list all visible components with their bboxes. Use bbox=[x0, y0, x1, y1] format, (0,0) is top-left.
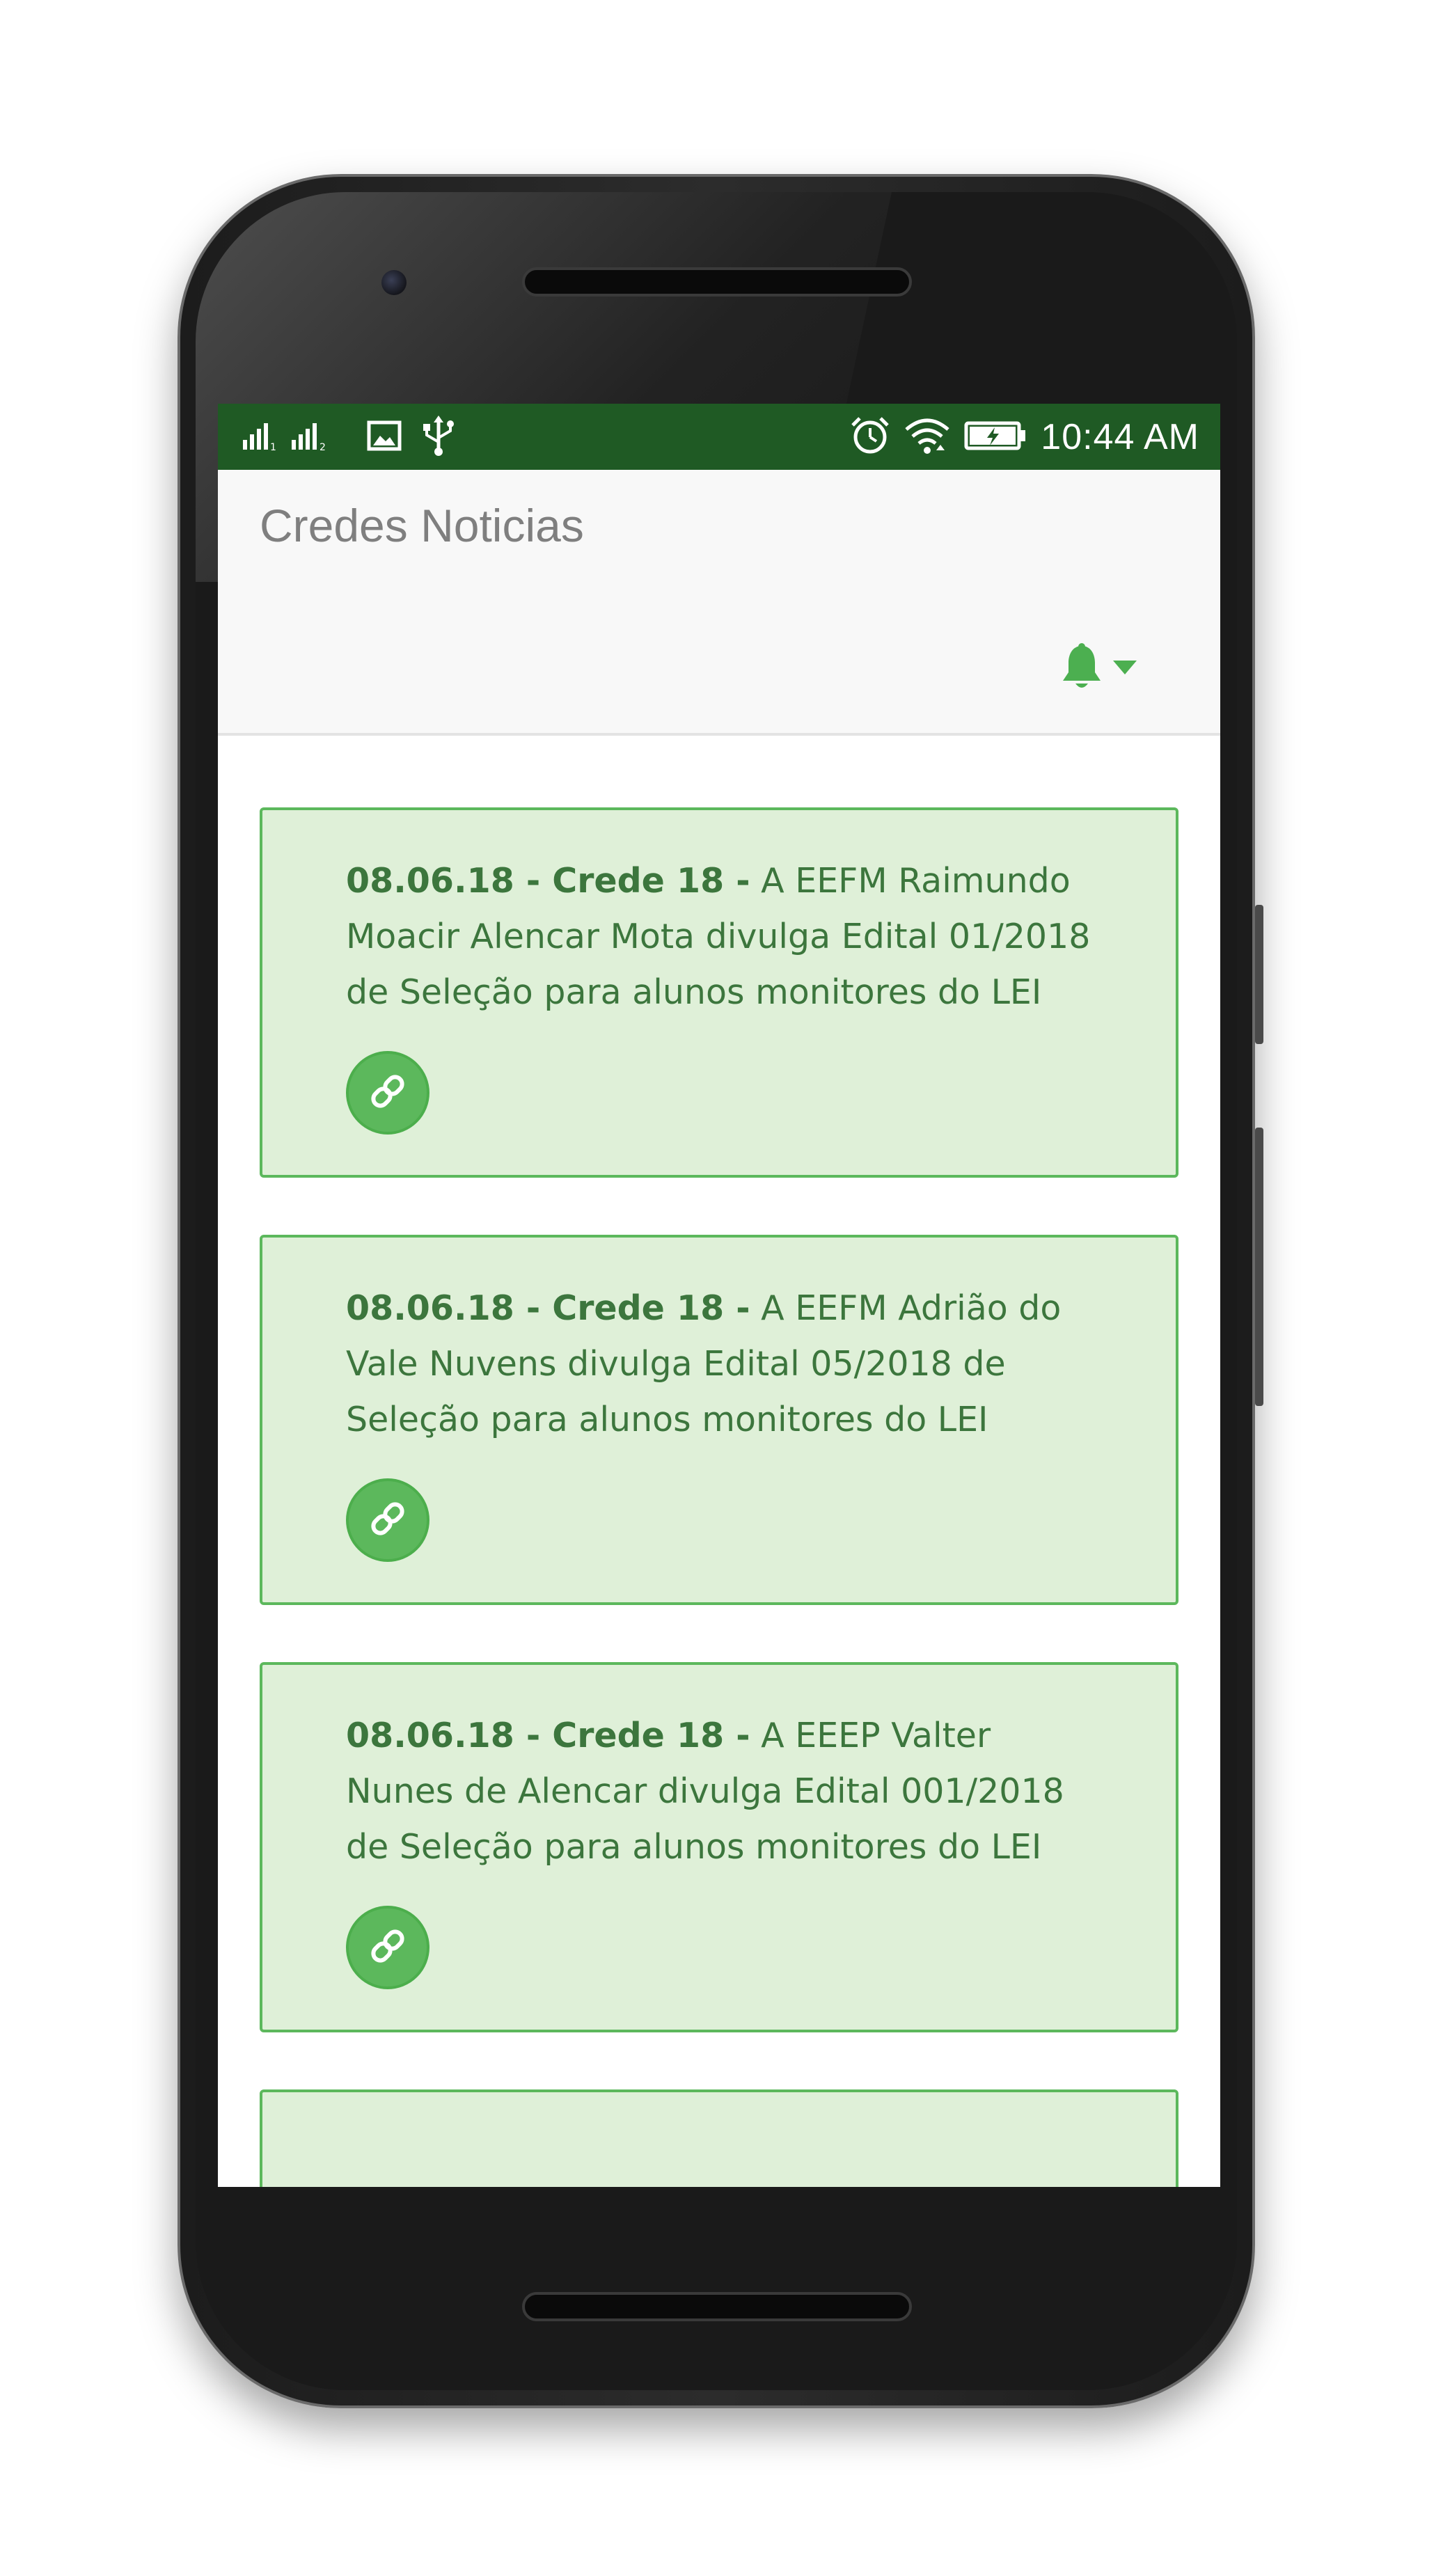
usb-icon bbox=[421, 416, 456, 459]
news-link-button[interactable] bbox=[346, 1478, 429, 1562]
status-time: 10:44 AM bbox=[1041, 417, 1199, 457]
battery-charging-icon bbox=[964, 419, 1027, 455]
news-text: 08.06.18 - Crede 18 - A EEEP Valter Nune… bbox=[346, 1708, 1106, 1875]
news-prefix: 08.06.18 - Crede 18 - bbox=[346, 1716, 750, 1755]
news-prefix: 08.06.18 - Crede 18 - bbox=[346, 861, 750, 901]
notifications-dropdown[interactable] bbox=[1060, 642, 1158, 695]
status-bar: 1 2 10:44 AM bbox=[218, 404, 1220, 470]
news-text: 08.06.18 - Crede 18 - A EEFM Adrião do V… bbox=[346, 1281, 1106, 1448]
app-title: Credes Noticias bbox=[260, 500, 584, 551]
bell-icon bbox=[1060, 643, 1103, 695]
news-prefix: 08.06.18 - Crede 18 - bbox=[346, 1288, 750, 1328]
sim-2-label: 2 bbox=[320, 442, 326, 451]
news-card: 08.06.18 - Crede 18 - A EEFM Raimundo Mo… bbox=[260, 807, 1178, 1178]
news-card-partial bbox=[260, 2089, 1178, 2187]
wifi-icon bbox=[904, 416, 950, 459]
sim-1-label: 1 bbox=[270, 442, 276, 451]
app-header: Credes Noticias bbox=[218, 470, 1220, 736]
alarm-icon bbox=[850, 416, 890, 459]
news-card: 08.06.18 - Crede 18 - A EEFM Adrião do V… bbox=[260, 1235, 1178, 1605]
link-icon bbox=[368, 1499, 407, 1541]
status-bar-left: 1 2 bbox=[243, 416, 456, 456]
front-camera bbox=[381, 270, 407, 295]
news-list: 08.06.18 - Crede 18 - A EEFM Raimundo Mo… bbox=[260, 807, 1178, 2187]
volume-button bbox=[1255, 1128, 1263, 1406]
news-link-button[interactable] bbox=[346, 1051, 429, 1135]
bottom-speaker bbox=[522, 2292, 912, 2321]
caret-down-icon bbox=[1113, 661, 1137, 677]
power-button bbox=[1255, 905, 1263, 1044]
phone-screen: 1 2 10:44 AM Credes Noticias 08.06.18 - … bbox=[218, 404, 1220, 2187]
link-icon bbox=[368, 1927, 407, 1968]
news-text: 08.06.18 - Crede 18 - A EEFM Raimundo Mo… bbox=[346, 853, 1106, 1020]
link-icon bbox=[368, 1072, 407, 1114]
status-bar-right: 10:44 AM bbox=[850, 416, 1199, 458]
earpiece-speaker bbox=[522, 267, 912, 297]
news-link-button[interactable] bbox=[346, 1906, 429, 1989]
news-card: 08.06.18 - Crede 18 - A EEEP Valter Nune… bbox=[260, 1662, 1178, 2032]
signal-icon: 1 2 bbox=[243, 420, 347, 454]
image-icon bbox=[367, 420, 402, 454]
